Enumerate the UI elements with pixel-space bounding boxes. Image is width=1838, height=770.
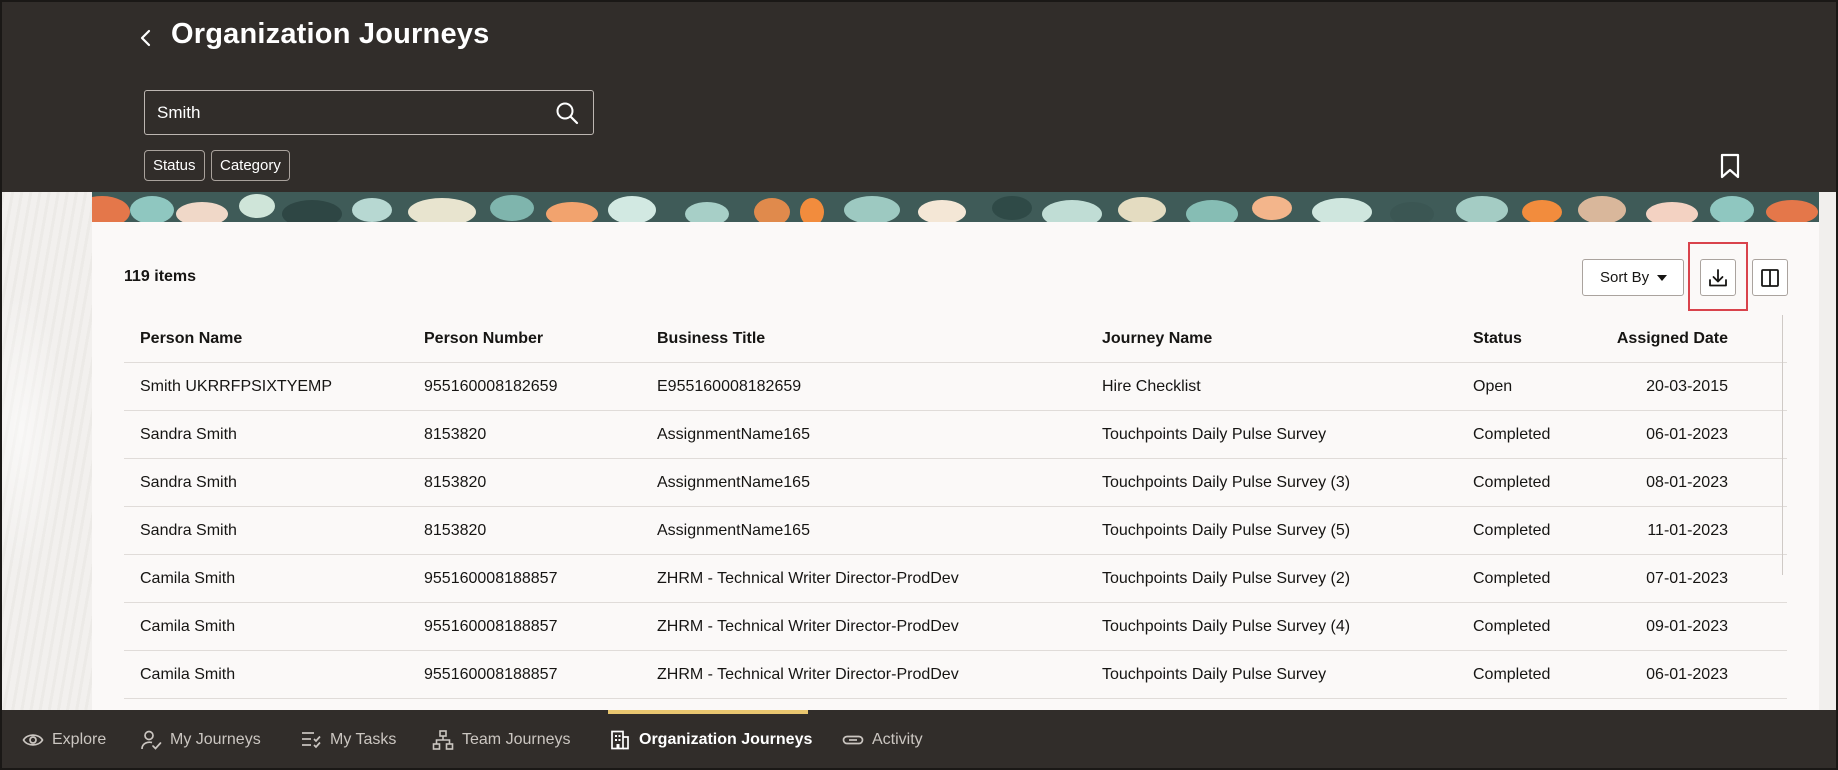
eye-icon (22, 729, 44, 751)
cell-status: Completed (1473, 618, 1551, 635)
banner-illustration (92, 192, 1819, 222)
cell-person-name: Camila Smith (140, 666, 236, 683)
split-panel-icon (1761, 268, 1779, 287)
page-header: Organization Journeys Status Category (0, 0, 1838, 192)
banner-pattern (92, 192, 1819, 222)
cell-person-name: Sandra Smith (140, 426, 237, 443)
column-layout-button[interactable] (1752, 259, 1788, 296)
cell-person-number: 8153820 (424, 522, 487, 539)
cell-journey-name: Touchpoints Daily Pulse Survey (3) (1102, 474, 1351, 491)
column-header-assigned-date[interactable]: Assigned Date (1617, 315, 1728, 363)
cell-person-number: 955160008188857 (424, 618, 558, 635)
cell-person-number: 8153820 (424, 426, 487, 443)
cell-journey-name: Touchpoints Daily Pulse Survey (1102, 666, 1327, 683)
column-header-journey-name[interactable]: Journey Name (1102, 315, 1212, 363)
cell-status: Completed (1473, 474, 1551, 491)
back-button[interactable] (132, 24, 160, 52)
nav-organization-journeys[interactable]: Organization Journeys (609, 710, 812, 770)
filter-chip-category[interactable]: Category (211, 150, 290, 181)
nav-team-journeys[interactable]: Team Journeys (432, 710, 571, 770)
cell-person-number: 8153820 (424, 474, 487, 491)
cell-business-title: AssignmentName165 (657, 522, 810, 539)
nav-my-journeys[interactable]: My Journeys (140, 710, 261, 770)
filter-chip-status[interactable]: Status (144, 150, 205, 181)
caret-down-icon (1657, 275, 1667, 281)
sort-by-button[interactable]: Sort By (1582, 259, 1684, 296)
decorative-background (2, 192, 92, 710)
cell-assigned-date: 06-01-2023 (1646, 426, 1728, 443)
cell-assigned-date: 20-03-2015 (1646, 378, 1728, 395)
search-input[interactable] (157, 91, 537, 134)
person-check-icon (140, 729, 162, 751)
column-header-status[interactable]: Status (1473, 315, 1522, 363)
nav-activity[interactable]: Activity (842, 710, 923, 770)
page-title: Organization Journeys (171, 18, 490, 50)
cell-person-number: 955160008188857 (424, 570, 558, 587)
bottom-navigation: Explore My Journeys My Tasks Team Journe… (0, 710, 1838, 770)
cell-status: Completed (1473, 522, 1551, 539)
cell-assigned-date: 09-01-2023 (1646, 618, 1728, 635)
cell-journey-name: Touchpoints Daily Pulse Survey (1102, 426, 1327, 443)
cell-assigned-date: 08-01-2023 (1646, 474, 1728, 491)
link-icon (842, 729, 864, 751)
cell-status: Completed (1473, 426, 1551, 443)
cell-business-title: ZHRM - Technical Writer Director-ProdDev (657, 666, 959, 683)
download-icon (1709, 268, 1727, 286)
column-header-person-name[interactable]: Person Name (140, 315, 242, 363)
bookmark-icon[interactable] (1719, 153, 1741, 179)
cell-person-name: Smith UKRRFPSIXTYEMP (140, 378, 333, 395)
table-row[interactable]: Sandra Smith 8153820 AssignmentName165 T… (124, 459, 1787, 507)
cell-status: Completed (1473, 570, 1551, 587)
nav-my-journeys-label: My Journeys (170, 731, 261, 748)
nav-organization-journeys-label: Organization Journeys (639, 731, 813, 748)
cell-business-title: AssignmentName165 (657, 426, 810, 443)
cell-journey-name: Touchpoints Daily Pulse Survey (5) (1102, 522, 1351, 539)
cell-person-name: Sandra Smith (140, 522, 237, 539)
search-icon[interactable] (555, 101, 579, 125)
org-chart-icon (432, 729, 454, 751)
cell-business-title: ZHRM - Technical Writer Director-ProdDev (657, 618, 959, 635)
cell-assigned-date: 06-01-2023 (1646, 666, 1728, 683)
download-button[interactable] (1700, 259, 1736, 296)
cell-person-number: 955160008182659 (424, 378, 558, 395)
table-row[interactable]: Camila Smith 955160008188857 ZHRM - Tech… (124, 603, 1787, 651)
cell-journey-name: Touchpoints Daily Pulse Survey (2) (1102, 570, 1351, 587)
nav-team-journeys-label: Team Journeys (462, 731, 571, 748)
cell-status: Open (1473, 378, 1513, 395)
table-row[interactable]: Camila Smith 955160008188857 ZHRM - Tech… (124, 555, 1787, 603)
column-header-person-number[interactable]: Person Number (424, 315, 543, 363)
column-header-business-title[interactable]: Business Title (657, 315, 765, 363)
table-scrollbar[interactable] (1782, 315, 1783, 575)
active-tab-indicator (608, 710, 808, 714)
chevron-left-icon (140, 29, 151, 47)
nav-my-tasks[interactable]: My Tasks (300, 710, 396, 770)
table-row[interactable]: Sandra Smith 8153820 AssignmentName165 T… (124, 507, 1787, 555)
nav-my-tasks-label: My Tasks (330, 731, 397, 748)
table-row[interactable]: Camila Smith 955160008188857 ZHRM - Tech… (124, 651, 1787, 699)
nav-activity-label: Activity (872, 731, 923, 748)
nav-explore-label: Explore (52, 731, 107, 748)
table-row[interactable]: Smith UKRRFPSIXTYEMP 955160008182659 E95… (124, 363, 1787, 411)
cell-business-title: ZHRM - Technical Writer Director-ProdDev (657, 570, 959, 587)
cell-journey-name: Touchpoints Daily Pulse Survey (4) (1102, 618, 1351, 635)
cell-business-title: E955160008182659 (657, 378, 802, 395)
search-box[interactable] (144, 90, 594, 135)
sort-by-label: Sort By (1600, 269, 1650, 286)
nav-explore[interactable]: Explore (22, 710, 106, 770)
items-count: 119 items (124, 268, 197, 285)
building-icon (609, 729, 631, 751)
cell-business-title: AssignmentName165 (657, 474, 810, 491)
cell-assigned-date: 11-01-2023 (1647, 522, 1728, 539)
cell-person-number: 955160008188857 (424, 666, 558, 683)
table-row[interactable]: Sandra Smith 8153820 AssignmentName165 T… (124, 411, 1787, 459)
journeys-table: Person Name Person Number Business Title… (124, 315, 1787, 699)
checklist-icon (300, 729, 322, 751)
cell-person-name: Camila Smith (140, 570, 236, 587)
cell-person-name: Camila Smith (140, 618, 236, 635)
cell-journey-name: Hire Checklist (1102, 378, 1201, 395)
table-header-row: Person Name Person Number Business Title… (124, 315, 1787, 363)
cell-assigned-date: 07-01-2023 (1646, 570, 1728, 587)
cell-person-name: Sandra Smith (140, 474, 237, 491)
cell-status: Completed (1473, 666, 1551, 683)
